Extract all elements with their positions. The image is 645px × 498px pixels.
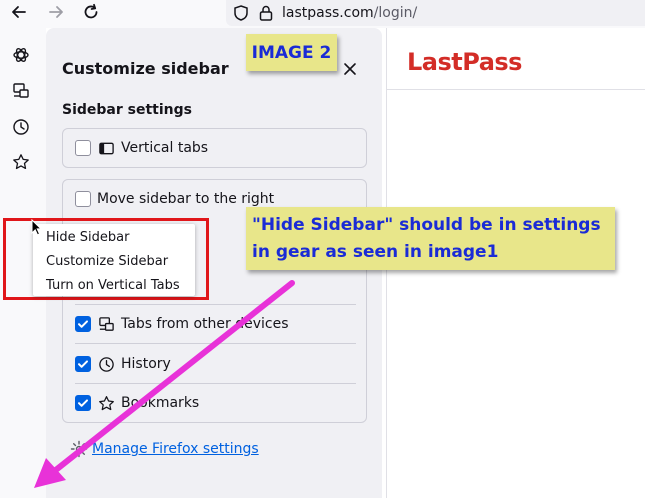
close-button[interactable] [341, 60, 359, 78]
annotation-note: "Hide Sidebar" should be in settings in … [246, 207, 615, 270]
vertical-tabs-label: Vertical tabs [121, 140, 209, 156]
mouse-cursor-icon [31, 219, 43, 236]
arrow-left-icon [12, 6, 26, 18]
panel-title: Customize sidebar [62, 59, 229, 78]
lastpass-header: LastPass [387, 28, 645, 90]
history-icon[interactable] [12, 118, 32, 138]
section-heading: Sidebar settings [62, 102, 192, 118]
vertical-tabs-card: Vertical tabs [62, 128, 367, 168]
manage-settings-link[interactable]: Manage Firefox settings [92, 441, 259, 457]
ai-chatbot-icon[interactable] [12, 46, 32, 66]
bookmarks-checkbox[interactable] [75, 395, 91, 411]
manage-settings[interactable]: Manage Firefox settings [70, 440, 259, 458]
context-menu: Hide Sidebar Customize Sidebar Turn on V… [33, 224, 195, 296]
url-bar[interactable]: lastpass.com/login/ [226, 0, 645, 26]
url-text[interactable]: lastpass.com/login/ [282, 5, 417, 21]
vertical-tabs-checkbox[interactable] [75, 140, 91, 156]
move-sidebar-option[interactable]: Move sidebar to the right [75, 188, 274, 210]
note-line-2: in gear as seen in image1 [252, 242, 499, 262]
shield-icon[interactable] [232, 4, 250, 22]
reload-button[interactable] [77, 0, 105, 24]
tool-option-synced-tabs[interactable]: Tabs from other devices [75, 313, 289, 335]
vertical-tabs-option[interactable]: Vertical tabs [75, 137, 208, 159]
bookmarks-icon [97, 394, 115, 412]
tool-option-bookmarks[interactable]: Bookmarks [75, 392, 199, 414]
url-host: lastpass.com [282, 5, 374, 21]
checkmark-icon [78, 320, 88, 328]
synced-tabs-checkbox[interactable] [75, 316, 91, 332]
divider [75, 343, 356, 344]
url-path: /login/ [373, 5, 418, 21]
menu-item-hide-sidebar[interactable]: Hide Sidebar [46, 230, 129, 245]
tool-label: Tabs from other devices [121, 316, 289, 332]
arrow-right-icon [49, 6, 63, 18]
synced-tabs-icon [97, 315, 115, 333]
lock-icon[interactable] [258, 4, 274, 22]
history-checkbox[interactable] [75, 356, 91, 372]
bookmarks-icon[interactable] [12, 153, 32, 173]
close-icon [344, 63, 356, 75]
checkmark-icon [78, 399, 88, 407]
move-sidebar-label: Move sidebar to the right [97, 191, 275, 207]
gear-icon [70, 440, 88, 458]
divider [75, 383, 356, 384]
checkmark-icon [78, 360, 88, 368]
lastpass-logo[interactable]: LastPass [407, 48, 522, 76]
back-button[interactable] [5, 0, 33, 24]
history-icon [97, 355, 115, 373]
tool-option-history[interactable]: History [75, 353, 171, 375]
note-line-1: "Hide Sidebar" should be in settings [252, 215, 601, 235]
menu-item-vertical-tabs[interactable]: Turn on Vertical Tabs [46, 278, 180, 293]
divider [75, 304, 356, 305]
vertical-tabs-icon [97, 139, 115, 157]
tool-label: History [121, 356, 171, 372]
reload-icon [84, 3, 98, 19]
tool-label: Bookmarks [121, 395, 200, 411]
image-label-annotation: IMAGE 2 [246, 34, 337, 71]
synced-tabs-icon[interactable] [12, 82, 32, 102]
browser-toolbar: lastpass.com/login/ [0, 0, 645, 28]
forward-button[interactable] [42, 0, 70, 24]
move-sidebar-checkbox[interactable] [75, 191, 91, 207]
menu-item-customize-sidebar[interactable]: Customize Sidebar [46, 254, 168, 269]
